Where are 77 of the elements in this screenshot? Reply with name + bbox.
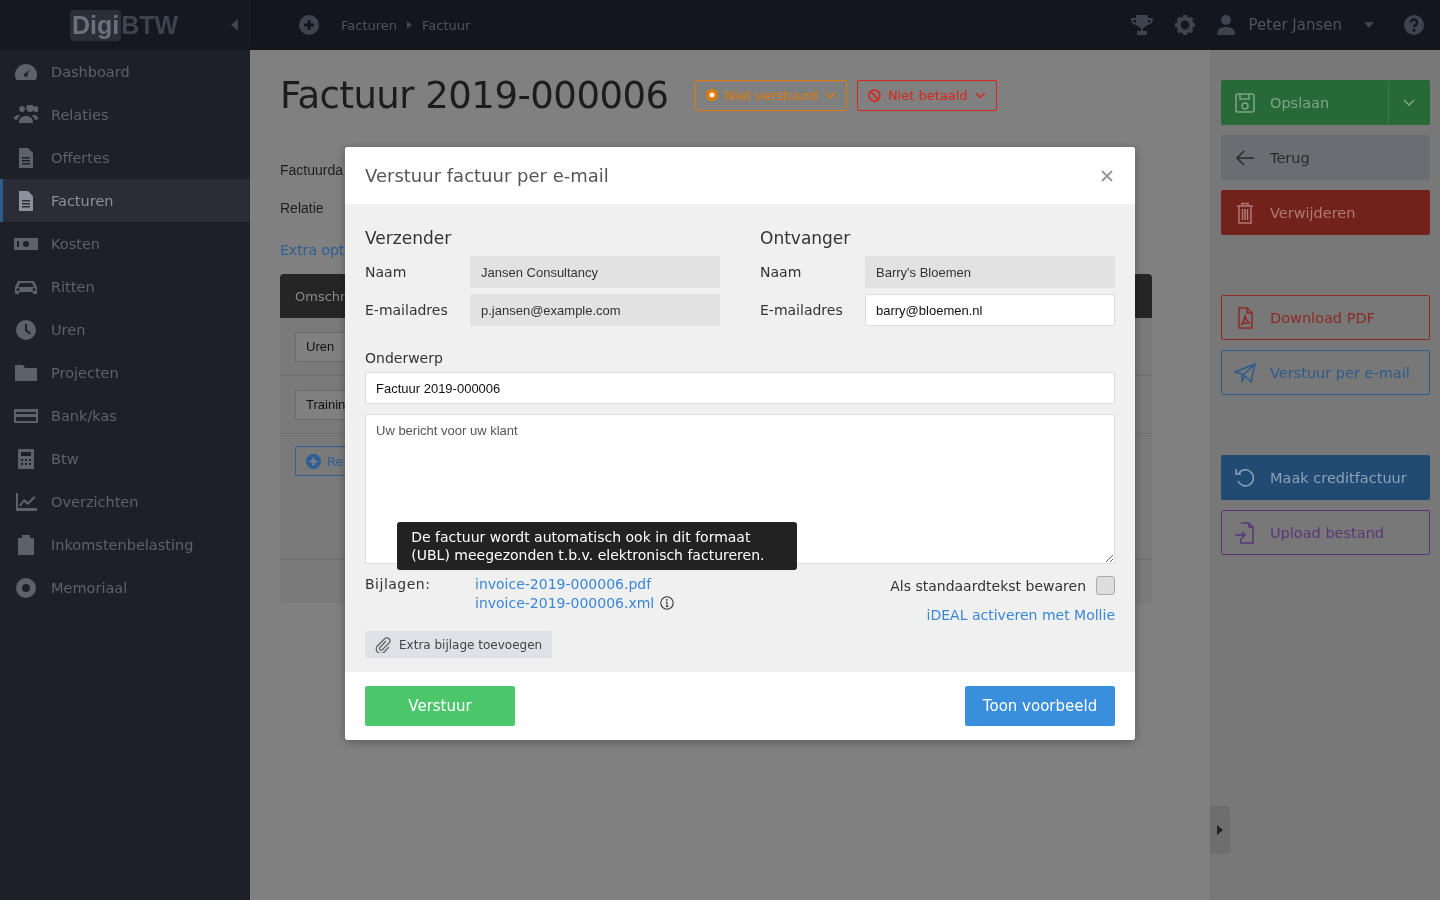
sidebar-item[interactable]: Uren [0, 308, 250, 351]
sidebar-item[interactable]: Btw [0, 437, 250, 480]
settings-icon[interactable] [1174, 15, 1195, 35]
sidebar-item[interactable]: Overzichten [0, 480, 250, 523]
action-button[interactable]: Opslaan [1221, 80, 1430, 125]
info-icon[interactable] [660, 596, 675, 610]
help-icon[interactable] [1404, 15, 1424, 35]
chevron-down-icon [974, 91, 986, 99]
chart-icon [14, 491, 38, 512]
chevron-down-icon [824, 91, 836, 99]
section-heading: Ontvanger [760, 228, 852, 248]
dialog-title: Verstuur factuur per e-mail [365, 165, 610, 186]
tooltip: De factuur wordt automatisch ook in dit formaat (UBL) meegezonden t.b.v. elektronisch factureren. [397, 522, 798, 570]
ban-icon [867, 88, 881, 102]
sidebar-item[interactable]: Inkomstenbelasting [0, 523, 250, 566]
action-button[interactable]: Verwijderen [1221, 190, 1430, 235]
status-dropdown[interactable]: Niet verstuurd [694, 79, 847, 111]
plus-circle-icon [306, 453, 321, 469]
trash-icon [1234, 201, 1256, 224]
caret-right-icon [407, 21, 413, 29]
caret-right-icon [1217, 825, 1223, 835]
field-label: E-mailadres [760, 302, 844, 318]
action-button[interactable]: Maak creditfactuur [1221, 455, 1430, 500]
extra-options-link[interactable]: Extra opt [280, 242, 345, 274]
user-icon[interactable] [1216, 15, 1235, 35]
checkbox[interactable] [1096, 576, 1115, 595]
action-button[interactable]: Terug [1221, 135, 1430, 180]
sidebar-item[interactable]: Facturen [0, 179, 250, 222]
dot-icon [705, 89, 718, 101]
sidebar-item[interactable]: Dashboard [0, 50, 250, 93]
folder-icon [14, 362, 38, 383]
breadcrumb-link[interactable]: Facturen [341, 17, 398, 33]
caret-left-icon[interactable] [231, 19, 239, 31]
gauge-icon [14, 61, 38, 82]
field-label: Relatie [280, 200, 324, 218]
field-label: E-mailadres [365, 302, 449, 318]
checkbox-label: Als standaardtekst bewaren [890, 577, 1086, 594]
input-field[interactable]: barry@bloemen.nl [865, 294, 1115, 326]
chevron-down-icon [1403, 99, 1415, 106]
action-button[interactable]: Download PDF [1221, 295, 1430, 340]
user-name[interactable]: Peter Jansen [1248, 16, 1342, 34]
plus-circle-icon[interactable] [299, 15, 319, 35]
caret-down-icon[interactable] [1364, 22, 1374, 28]
sidebar-item[interactable]: Ritten [0, 265, 250, 308]
paper-plane-icon [1234, 361, 1256, 384]
attachments-label: Bijlagen: [365, 576, 432, 592]
field-label: Naam [365, 264, 408, 280]
attachment-link[interactable]: invoice-2019-000006.pdf [475, 576, 652, 592]
expand-panel-button[interactable] [1210, 806, 1230, 854]
action-button[interactable]: Verstuur per e-mail [1221, 350, 1430, 395]
sidebar-item[interactable]: Memoriaal [0, 566, 250, 609]
invoice-title: Factuur 2019-000006 [280, 73, 669, 117]
attachment-link[interactable]: invoice-2019-000006.xml [475, 595, 655, 611]
mollie-link[interactable]: iDEAL activeren met Mollie [926, 607, 1115, 623]
file-import-icon [1234, 521, 1256, 544]
sidebar-item[interactable]: Projecten [0, 351, 250, 394]
close-icon[interactable] [1101, 169, 1113, 182]
sidebar-item[interactable]: Relaties [0, 93, 250, 136]
field-label: Factuurda [280, 162, 344, 180]
field-label: Onderwerp [365, 350, 444, 366]
sidebar-item[interactable]: Bank/kas [0, 394, 250, 437]
breadcrumb-link[interactable]: Factuur [422, 17, 471, 33]
preview-button[interactable]: Toon voorbeeld [965, 686, 1115, 726]
paperclip-icon [375, 636, 391, 653]
clock-icon [14, 319, 38, 340]
section-heading: Verzender [365, 228, 453, 248]
column-header: Omschr [295, 288, 346, 304]
add-attachment-button[interactable]: Extra bijlage toevoegen [365, 631, 553, 658]
send-button[interactable]: Verstuur [365, 686, 515, 726]
field-label: Naam [760, 264, 803, 280]
sidebar-item[interactable]: Kosten [0, 222, 250, 265]
sidebar-item[interactable]: Offertes [0, 136, 250, 179]
trophy-icon[interactable] [1130, 15, 1153, 35]
people-icon [14, 104, 38, 125]
subject-field[interactable]: Factuur 2019-000006 [365, 372, 1115, 404]
undo-arrow-icon [1234, 466, 1256, 489]
action-button[interactable]: Upload bestand [1221, 510, 1430, 555]
